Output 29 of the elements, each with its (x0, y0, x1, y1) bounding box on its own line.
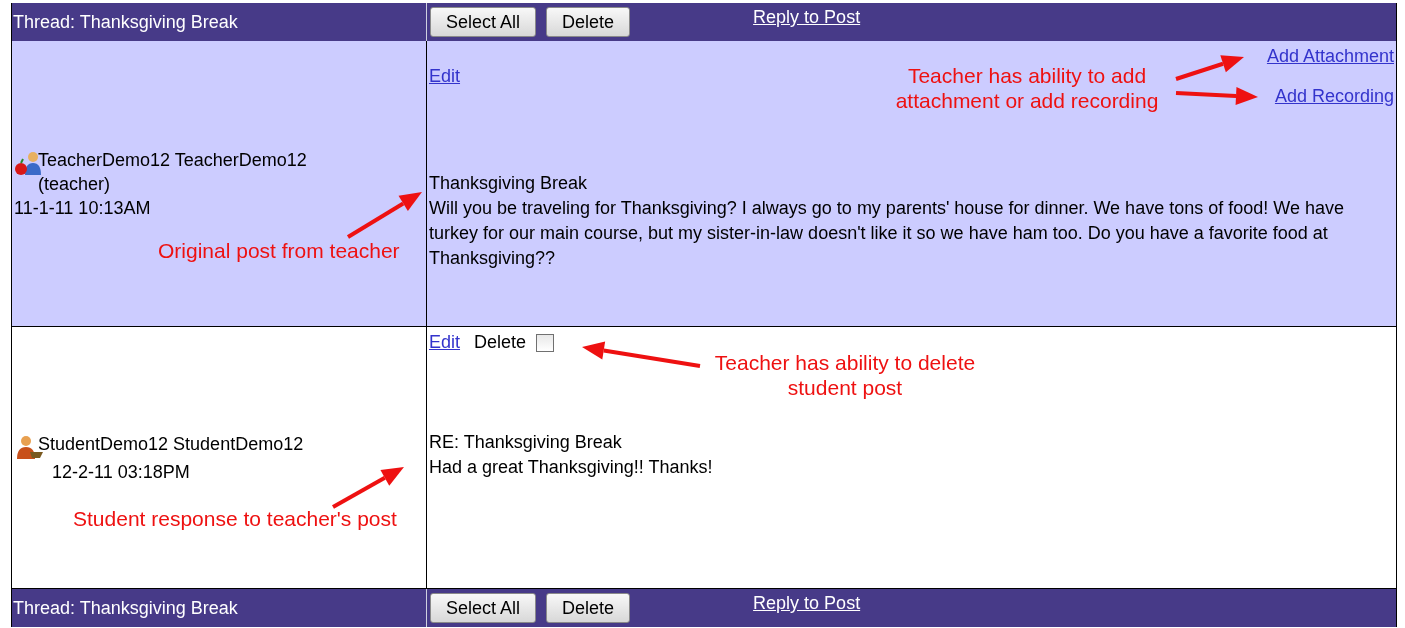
post-body: Had a great Thanksgiving!! Thanks! (429, 456, 714, 479)
edit-link[interactable]: Edit (429, 64, 461, 89)
post-subject: Thanksgiving Break (429, 172, 589, 195)
arrow (332, 467, 404, 509)
annotation-text: Original post from teacher (158, 238, 400, 263)
toolbar-button[interactable]: Select All (430, 593, 537, 623)
annotation-text: Teacher has ability to add attachment or add recording (894, 63, 1160, 113)
delete-checkbox[interactable] (536, 333, 555, 352)
post-date: 11-1-11 10:13AM (14, 196, 151, 220)
thread-title: Thread: Thanksgiving Break (13, 596, 238, 620)
toolbar-button[interactable]: Select All (430, 7, 537, 37)
post-date: 12-2-11 03:18PM (52, 460, 190, 484)
edit-link[interactable]: Edit (429, 330, 461, 355)
author-name: TeacherDemo12 TeacherDemo12 (38, 148, 307, 172)
arrow (1175, 55, 1244, 81)
post-body: Will you be traveling for Thanksgiving? I always go to my parents' house for dinner. We have tons of food! We have turkey for our main course, but my sister-in-law doesn't like it so we have ham too. Do you have a favorite food at Thanksgiving?? (429, 197, 1345, 270)
toolbar-button[interactable]: Delete (546, 593, 631, 623)
reply-link[interactable]: Reply to Post (753, 592, 861, 614)
author-role: (teacher) (38, 172, 112, 196)
attachment-link[interactable]: Add Attachment (1266, 44, 1394, 69)
author-name: StudentDemo12 StudentDemo12 (38, 432, 304, 456)
post-subject: RE: Thanksgiving Break (429, 431, 623, 454)
attachment-link[interactable]: Add Recording (1274, 84, 1394, 109)
annotation-text: Teacher has ability to delete student post (713, 350, 977, 400)
toolbar-button[interactable]: Delete (546, 7, 631, 37)
thread-title: Thread: Thanksgiving Break (13, 10, 238, 34)
reply-link[interactable]: Reply to Post (753, 6, 861, 28)
annotation-text: Student response to teacher's post (73, 506, 397, 531)
delete-label: Delete (474, 331, 527, 354)
